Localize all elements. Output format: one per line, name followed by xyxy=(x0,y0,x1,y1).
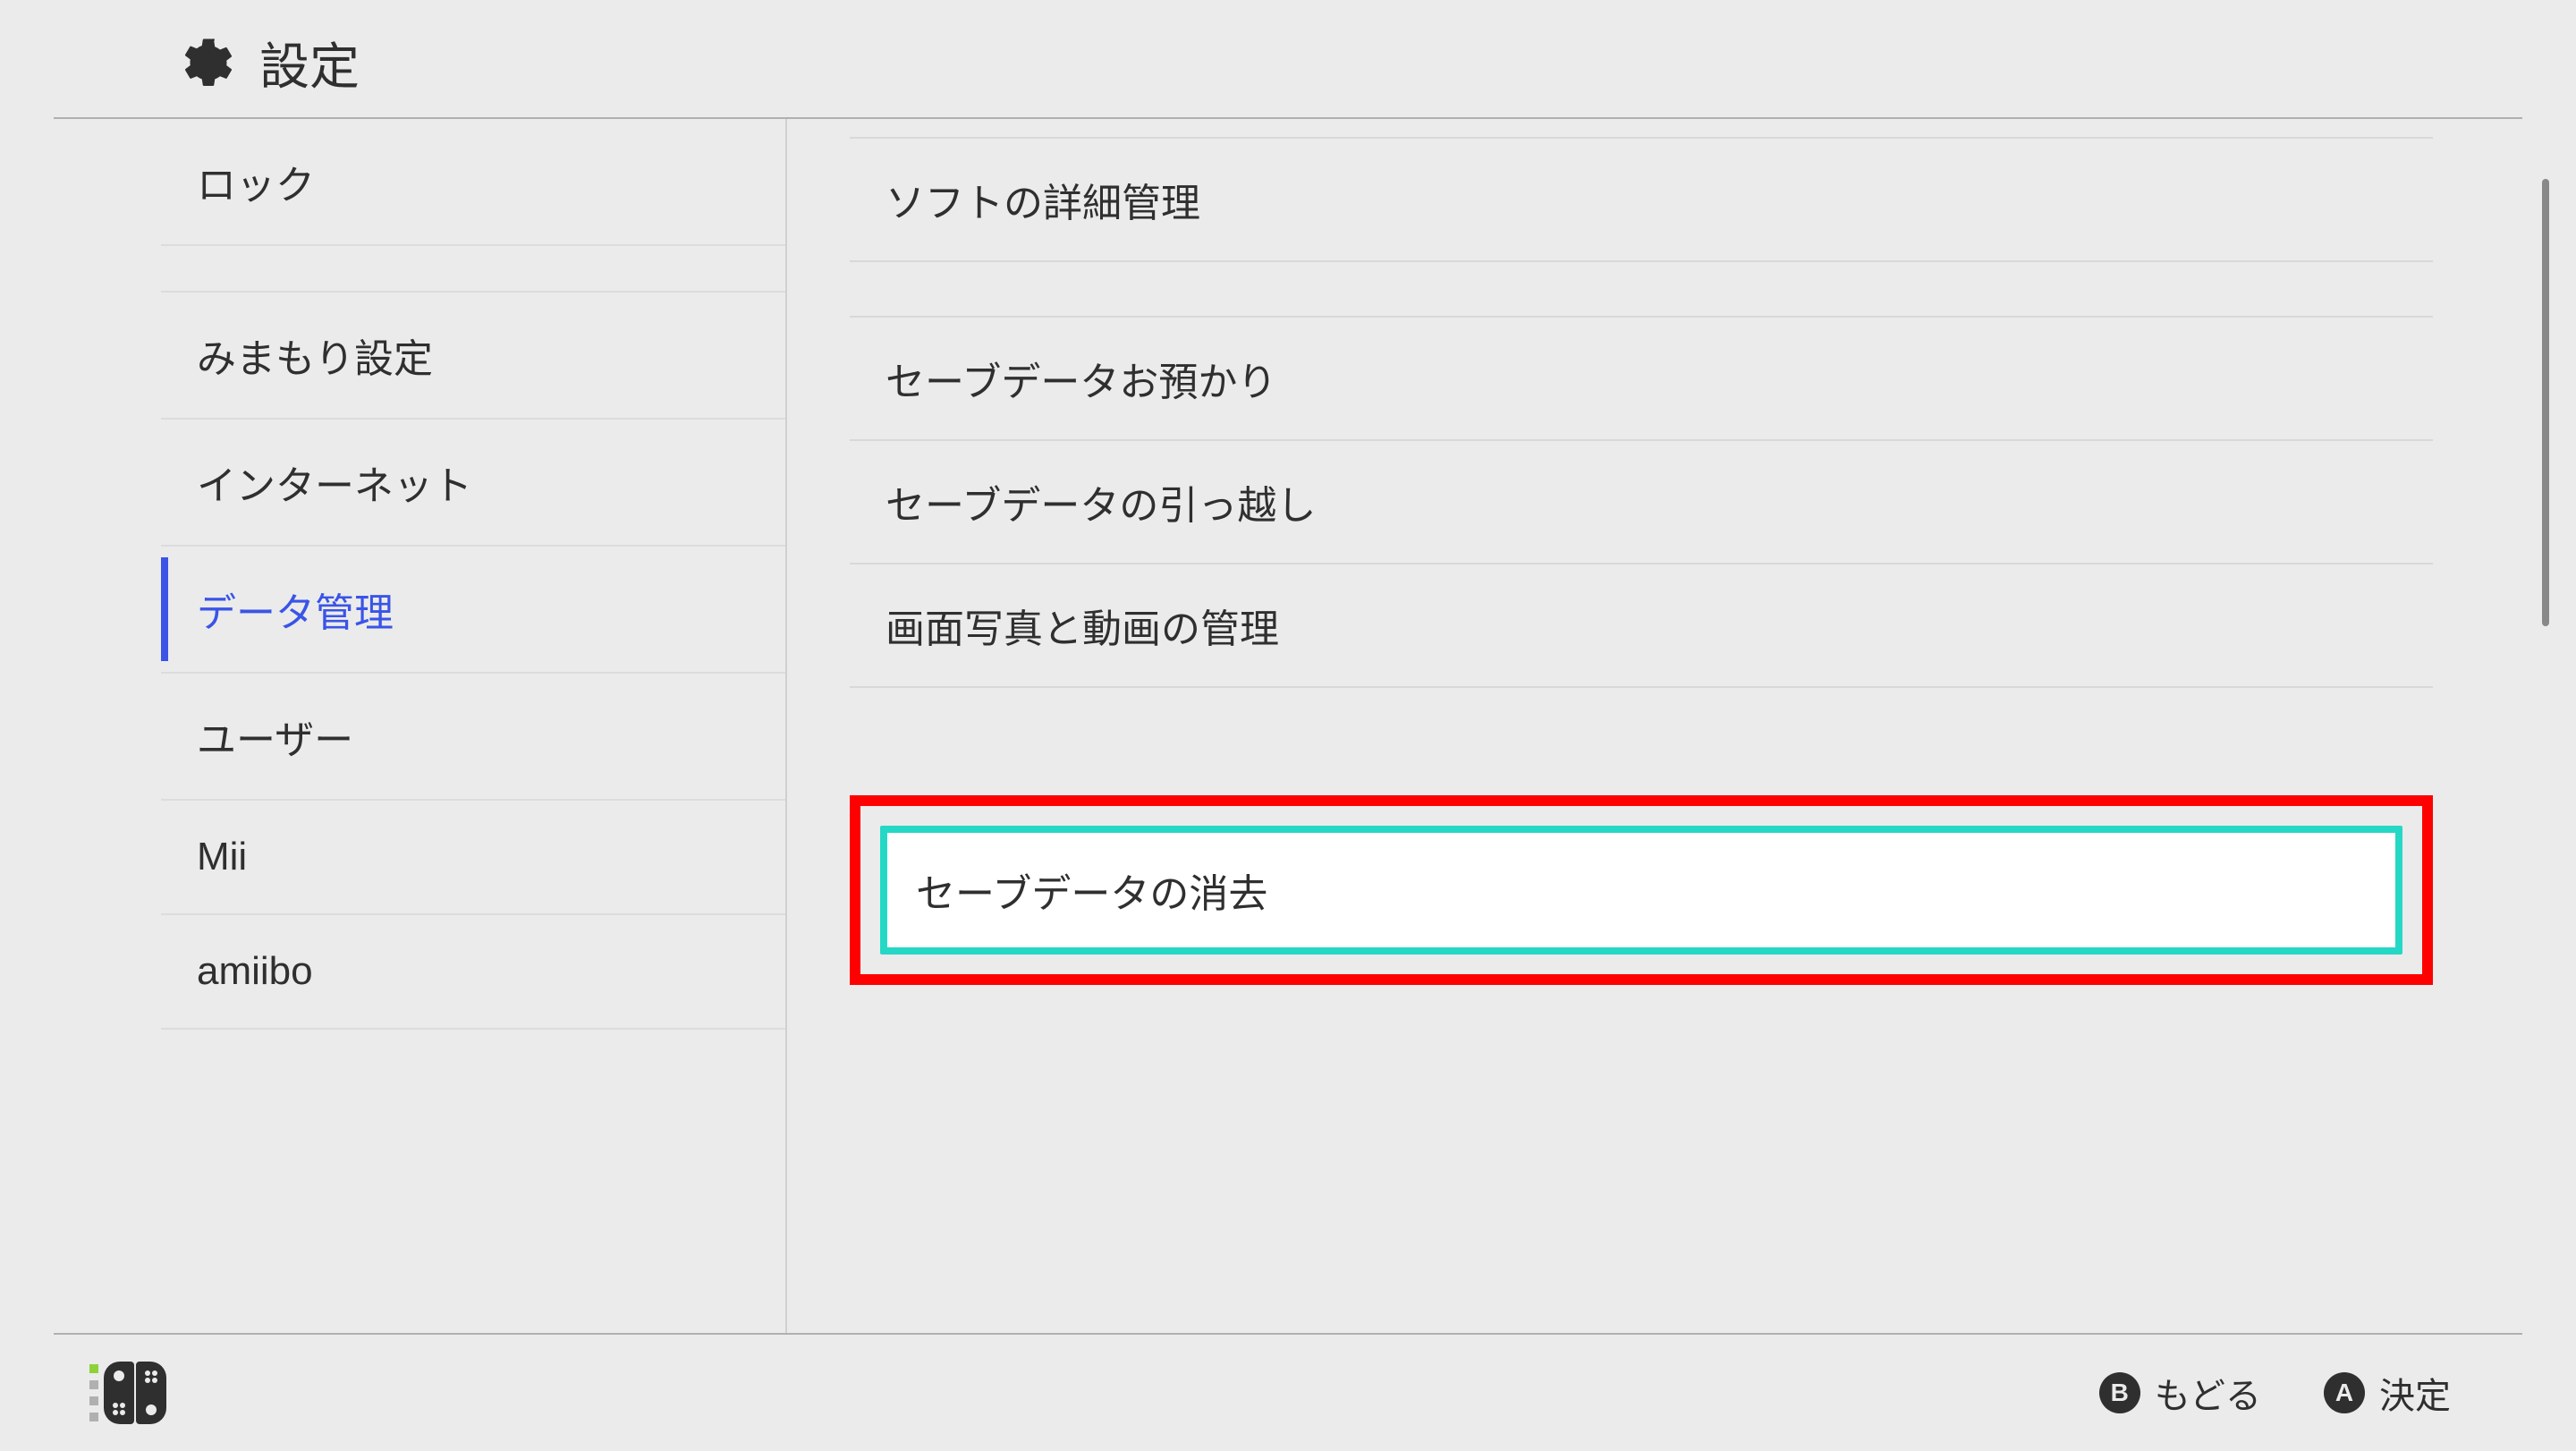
main-item-save-transfer[interactable]: セーブデータの引っ越し xyxy=(850,441,2433,564)
sidebar-item-amiibo[interactable]: amiibo xyxy=(161,915,785,1030)
back-button[interactable]: B もどる xyxy=(2099,1367,2261,1419)
sidebar: ロック みまもり設定 インターネット データ管理 ユーザー Mii amiibo xyxy=(54,119,787,1333)
controller-status-icon xyxy=(89,1362,166,1424)
footer: B もどる A 決定 xyxy=(54,1333,2522,1451)
b-button-icon: B xyxy=(2099,1372,2140,1413)
sidebar-item-user[interactable]: ユーザー xyxy=(161,674,785,801)
content: ロック みまもり設定 インターネット データ管理 ユーザー Mii amiibo… xyxy=(0,119,2576,1333)
main-item-screenshots[interactable]: 画面写真と動画の管理 xyxy=(850,564,2433,688)
sidebar-item-data-management[interactable]: データ管理 xyxy=(161,547,785,674)
back-label: もどる xyxy=(2155,1367,2261,1419)
gear-icon xyxy=(179,37,233,90)
sidebar-item-parental[interactable]: みまもり設定 xyxy=(161,291,785,420)
main-panel: ソフトの詳細管理 セーブデータお預かり セーブデータの引っ越し 画面写真と動画の… xyxy=(796,119,2522,1333)
confirm-label: 決定 xyxy=(2379,1367,2451,1419)
a-button-icon: A xyxy=(2324,1372,2365,1413)
main-item-software-detail[interactable]: ソフトの詳細管理 xyxy=(850,137,2433,262)
confirm-button[interactable]: A 決定 xyxy=(2324,1367,2451,1419)
sidebar-item-lock[interactable]: ロック xyxy=(161,119,785,246)
footer-actions: B もどる A 決定 xyxy=(2099,1367,2451,1419)
main-item-save-cloud[interactable]: セーブデータお預かり xyxy=(850,316,2433,441)
sidebar-item-mii[interactable]: Mii xyxy=(161,801,785,915)
sidebar-item-internet[interactable]: インターネット xyxy=(161,420,785,547)
scrollbar[interactable] xyxy=(2542,179,2549,626)
page-title: 設定 xyxy=(259,27,360,99)
divider xyxy=(850,262,2433,316)
main-item-delete-save-data[interactable]: セーブデータの消去 xyxy=(880,826,2402,955)
divider xyxy=(850,688,2433,795)
header: 設定 xyxy=(54,0,2522,119)
annotation-highlight: セーブデータの消去 xyxy=(850,795,2433,985)
